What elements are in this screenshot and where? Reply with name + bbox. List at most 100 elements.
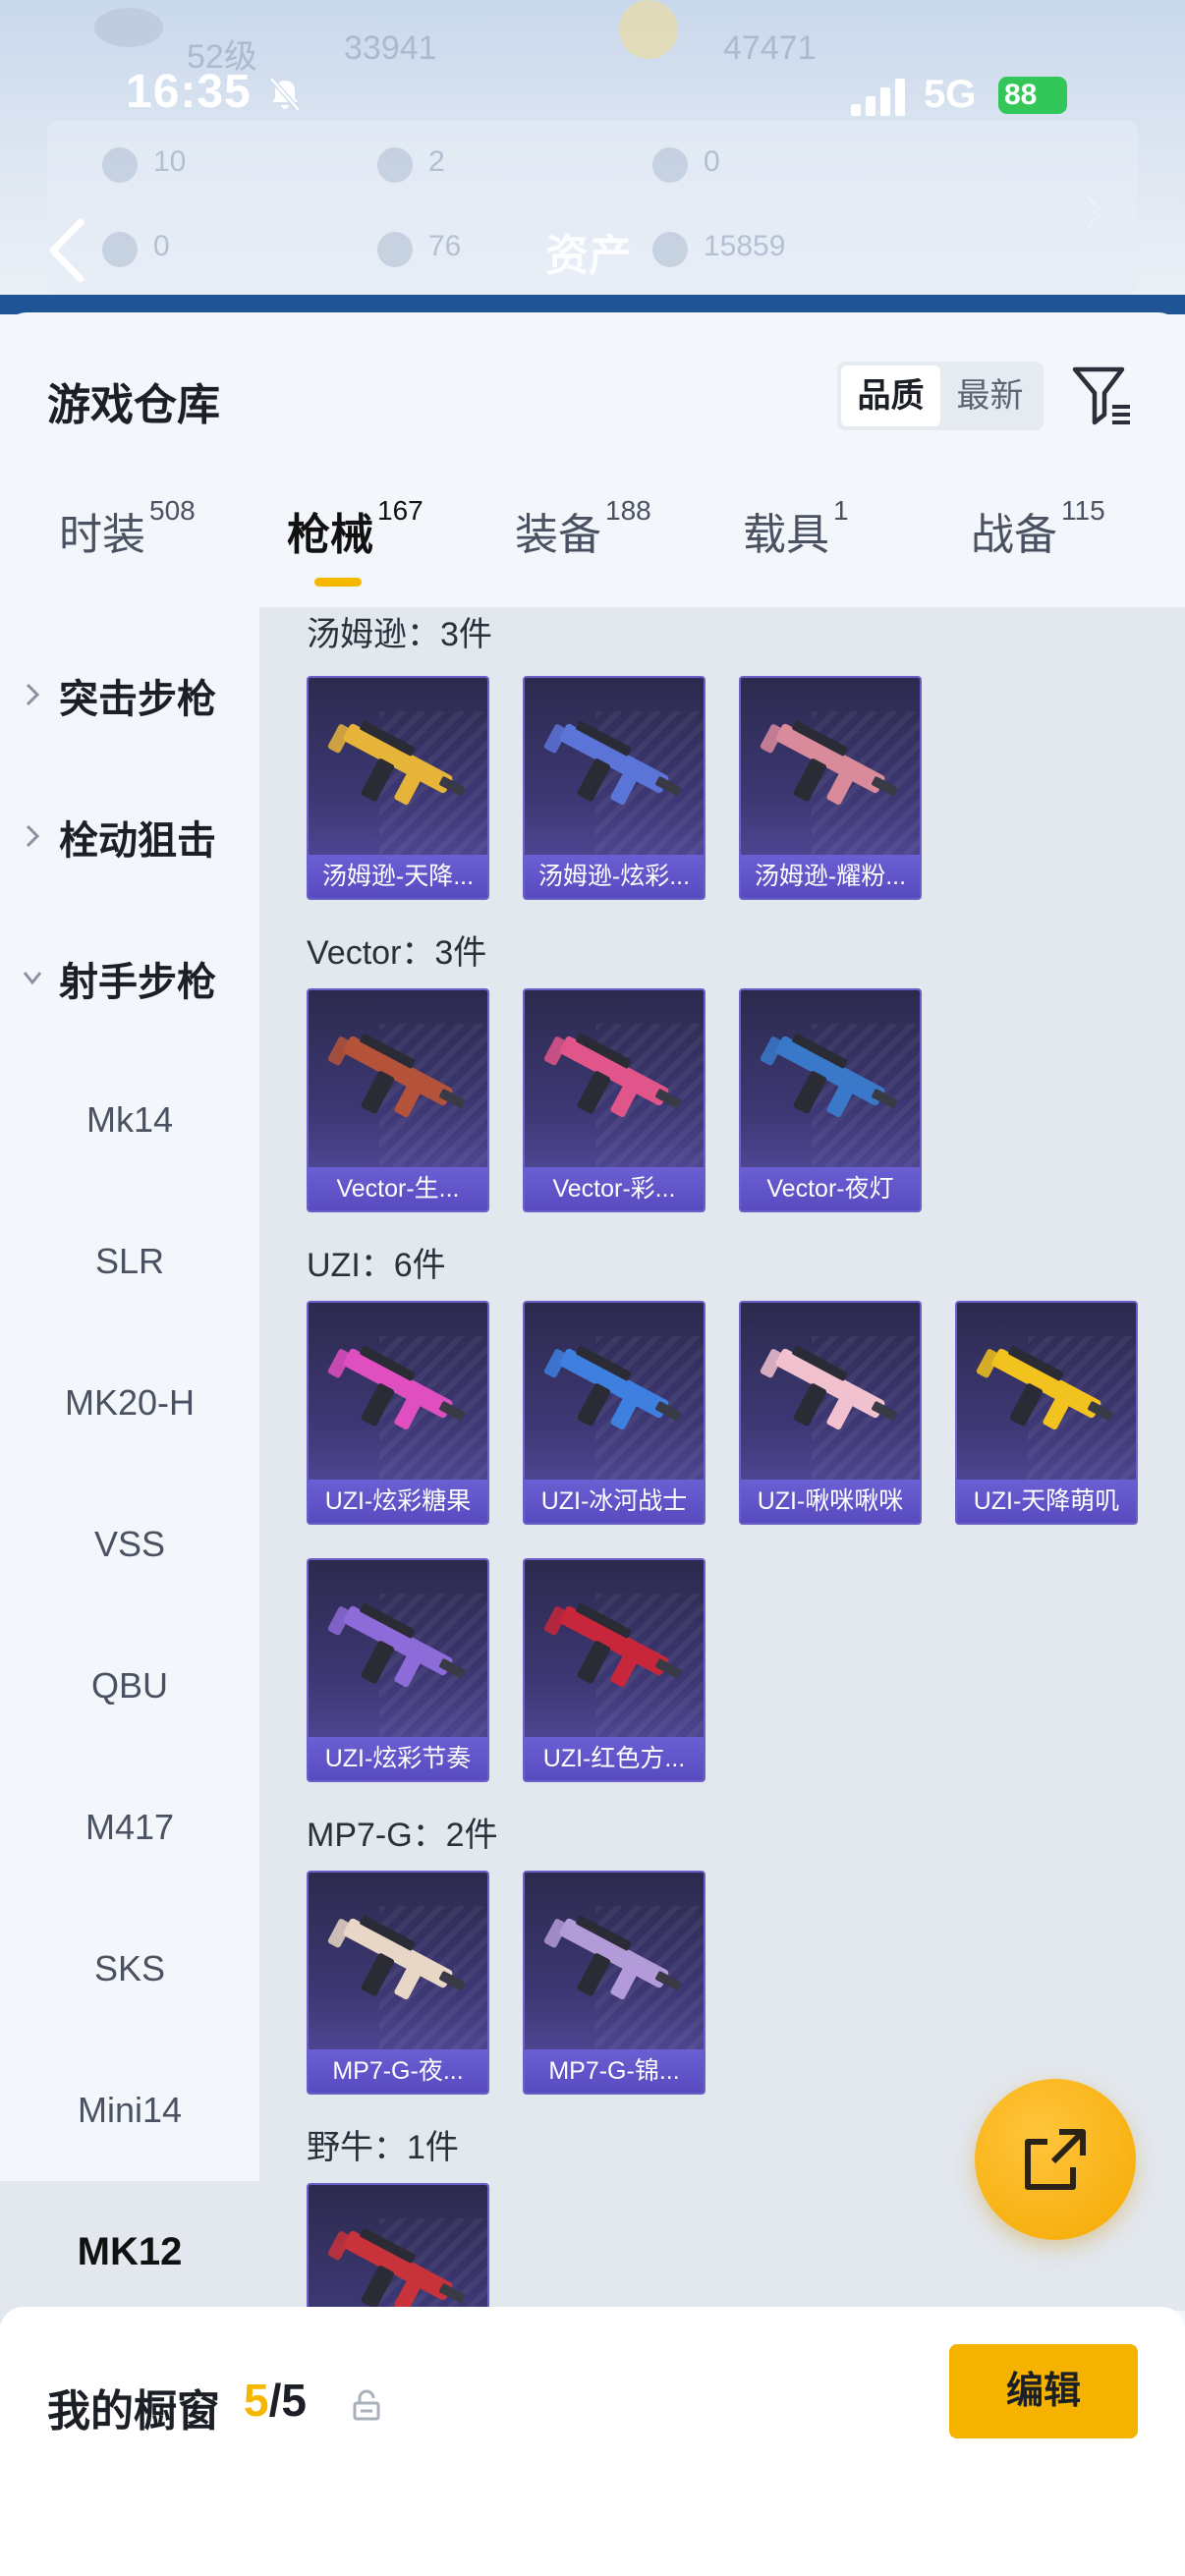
weapon-card-label: MP7-G-夜... [309, 2049, 487, 2093]
tab-label: 战备 [971, 511, 1057, 559]
weapon-card-label: UZI-啾咪啾咪 [741, 1480, 920, 1523]
uzi-red-icon [543, 1602, 682, 1688]
sidebar-group-marksman-rifles[interactable]: 射手步枪 [0, 908, 259, 1049]
mute-bell-icon [269, 77, 301, 112]
ghost-stat-icon [652, 232, 688, 267]
section-title-vector: Vector：3件 [307, 934, 487, 972]
sidebar-item-m417[interactable]: M417 [0, 1757, 259, 1898]
section-title-uzi: UZI：6件 [307, 1247, 446, 1284]
weapon-card-label: Vector-彩... [525, 1167, 704, 1210]
ghost-emblem-icon [619, 0, 678, 59]
sidebar-item-mk20h[interactable]: MK20-H [0, 1332, 259, 1474]
warehouse-title: 游戏仓库 [47, 381, 220, 429]
sidebar-item-qbu[interactable]: QBU [0, 1615, 259, 1757]
tab-count: 188 [605, 495, 651, 526]
ghost-stat: 15859 [704, 230, 786, 262]
tab-vehicles[interactable]: 载具1 [743, 495, 849, 597]
lock-icon [353, 2389, 380, 2421]
tab-label: 时装 [59, 511, 145, 559]
section-title-thompson: 汤姆逊：3件 [307, 616, 492, 653]
sidebar-group-assault-rifles[interactable]: 突击步枪 [0, 625, 259, 766]
edit-button[interactable]: 编辑 [949, 2344, 1138, 2438]
section-title-mp7g: MP7-G：2件 [307, 1817, 498, 1854]
tab-equipment[interactable]: 装备188 [515, 495, 651, 597]
tab-fashion[interactable]: 时装508 [59, 495, 196, 597]
sidebar-item-slr[interactable]: SLR [0, 1191, 259, 1332]
weapon-card-label: 汤姆逊-天降... [309, 855, 487, 898]
showcase-used: 5 [244, 2375, 269, 2426]
mp7-night-icon [327, 1915, 466, 2000]
blue-thompson-icon [543, 720, 682, 806]
ghost-stat: 10 [153, 145, 187, 178]
weapon-card-label: UZI-炫彩节奏 [309, 1737, 487, 1780]
sidebar-group-bolt-sniper[interactable]: 栓动狙击 [0, 766, 259, 908]
gold-thompson-icon [327, 720, 466, 806]
weapon-card[interactable] [307, 2183, 489, 2311]
back-arrow-icon[interactable] [43, 216, 92, 285]
section-title-bizon: 野牛：1件 [307, 2129, 459, 2166]
vector-red-icon [327, 1033, 466, 1118]
battery-level: 88 [1004, 79, 1038, 111]
uzi-pink-icon [760, 1345, 898, 1430]
weapon-card[interactable]: Vector-彩... [523, 988, 705, 1212]
ghost-value: 33941 [344, 29, 437, 67]
sidebar-item-sks[interactable]: SKS [0, 1898, 259, 2040]
sidebar-group-label: 突击步枪 [59, 678, 216, 721]
weapon-grid: 汤姆逊：3件 Vector：3件 UZI：6件 MP7-G：2件 野牛：1件 汤… [259, 607, 1185, 2311]
weapon-card[interactable]: UZI-冰河战士 [523, 1301, 705, 1525]
weapon-card[interactable]: UZI-炫彩糖果 [307, 1301, 489, 1525]
weapon-card[interactable]: Vector-生... [307, 988, 489, 1212]
uzi-rhythm-icon [327, 1602, 466, 1688]
weapon-card-label: 汤姆逊-炫彩... [525, 855, 704, 898]
ghost-emblem-icon [94, 8, 163, 47]
weapon-card[interactable]: UZI-啾咪啾咪 [739, 1301, 922, 1525]
weapon-card-label: MP7-G-锦... [525, 2049, 704, 2093]
sort-toggle: 品质 最新 [837, 362, 1044, 430]
showcase-label: 我的橱窗 [47, 2387, 220, 2436]
sidebar-group-label: 栓动狙击 [59, 819, 216, 863]
sidebar-item-mini14[interactable]: Mini14 [0, 2040, 259, 2181]
weapon-card[interactable]: UZI-红色方... [523, 1558, 705, 1782]
filter-icon[interactable] [1071, 364, 1134, 428]
page-title: 资产 [545, 232, 632, 280]
weapon-card[interactable]: UZI-天降萌叽 [955, 1301, 1138, 1525]
chevron-right-icon [26, 683, 40, 706]
ghost-value: 47471 [723, 29, 817, 67]
sidebar-item-vss[interactable]: VSS [0, 1474, 259, 1615]
weapon-card[interactable]: UZI-炫彩节奏 [307, 1558, 489, 1782]
sidebar-item-mk12[interactable]: MK12 [0, 2181, 259, 2323]
weapon-card[interactable]: MP7-G-夜... [307, 1871, 489, 2095]
weapon-card[interactable]: 汤姆逊-耀粉... [739, 676, 922, 900]
tab-weapons[interactable]: 枪械167 [287, 495, 423, 597]
weapon-card-label: UZI-冰河战士 [525, 1480, 704, 1523]
tab-count: 1 [833, 495, 849, 526]
background-header: 52级 33941 47471 10 2 0 0 76 15859 16:35 … [0, 0, 1185, 314]
sort-option-quality[interactable]: 品质 [841, 365, 940, 426]
chevron-down-icon [23, 972, 42, 985]
weapon-card[interactable]: 汤姆逊-炫彩... [523, 676, 705, 900]
vector-night-icon [760, 1033, 898, 1118]
weapon-card-label: UZI-炫彩糖果 [309, 1480, 487, 1523]
sort-option-newest[interactable]: 最新 [940, 365, 1040, 426]
signal-icon [851, 79, 905, 116]
weapon-card-label: Vector-生... [309, 1167, 487, 1210]
tab-supplies[interactable]: 战备115 [971, 495, 1105, 597]
mp7-brocade-icon [543, 1915, 682, 2000]
ghost-stat: 76 [428, 230, 462, 262]
weapon-card[interactable]: 汤姆逊-天降... [307, 676, 489, 900]
ghost-stat-icon [652, 147, 688, 183]
ghost-stat-icon [377, 232, 413, 267]
showcase-separator: / [268, 2375, 282, 2426]
tab-label: 载具 [743, 511, 829, 559]
sidebar-item-mk14[interactable]: Mk14 [0, 1049, 259, 1191]
warehouse-sheet: 游戏仓库 品质 最新 时装508 枪械167 装备188 载具1 战备115 突 [0, 312, 1185, 2576]
ghost-stat: 2 [428, 145, 445, 178]
weapon-card[interactable]: Vector-夜灯 [739, 988, 922, 1212]
active-tab-indicator [314, 578, 362, 587]
bizon-red-icon [327, 2227, 466, 2311]
share-button[interactable] [975, 2079, 1136, 2240]
weapon-card[interactable]: MP7-G-锦... [523, 1871, 705, 2095]
pink-thompson-icon [760, 720, 898, 806]
weapon-card-label: 汤姆逊-耀粉... [741, 855, 920, 898]
tab-count: 115 [1061, 495, 1105, 526]
